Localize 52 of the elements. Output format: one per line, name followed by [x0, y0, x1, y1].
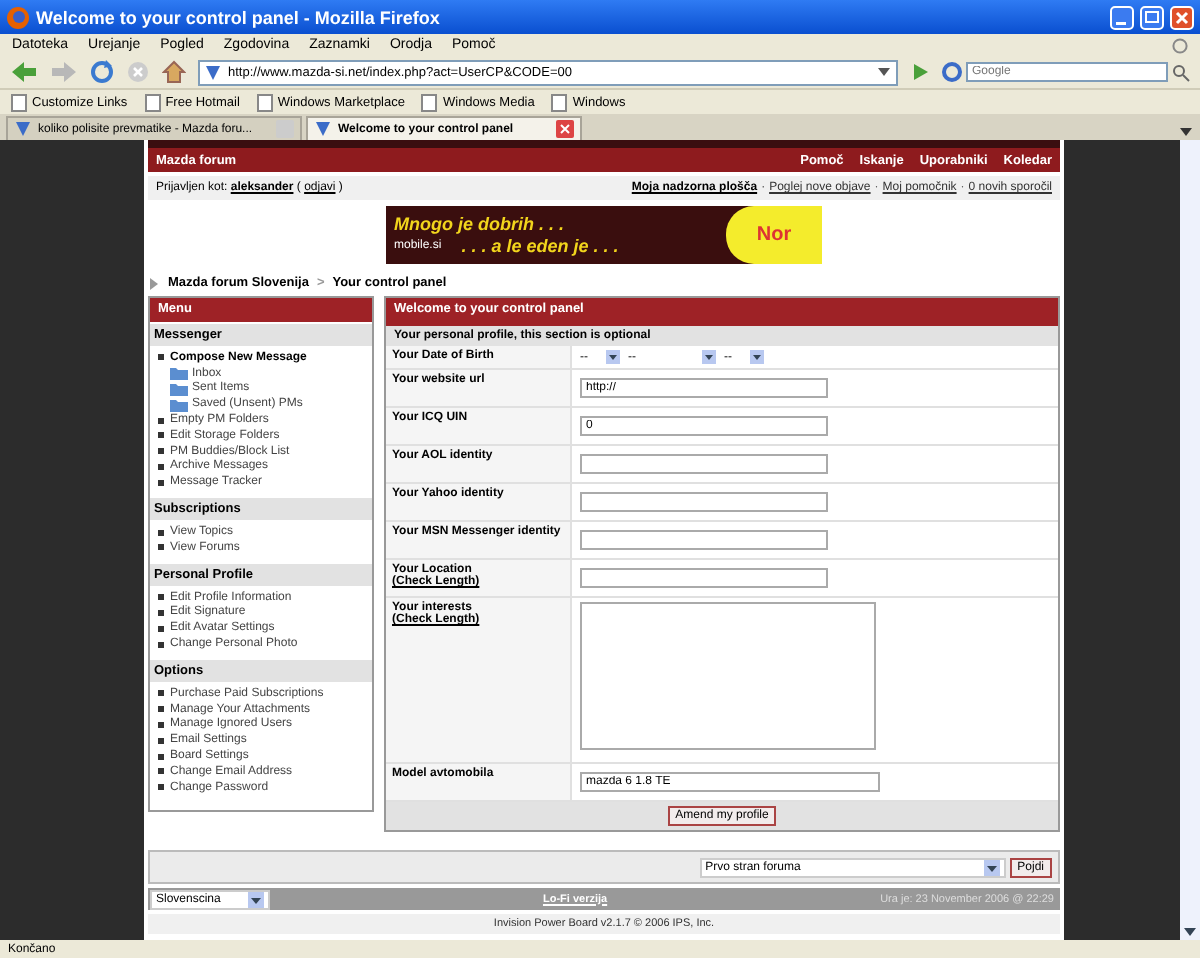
- input-field[interactable]: [580, 568, 828, 588]
- firefox-icon: [6, 5, 30, 29]
- banner-text: Mnogo je dobrih . . .: [394, 214, 566, 234]
- google-icon[interactable]: [942, 62, 962, 82]
- bullet-icon: [158, 784, 164, 791]
- dropdown-icon: [702, 350, 716, 364]
- bullet-icon: [158, 753, 164, 760]
- bullet-icon: [158, 529, 164, 536]
- banner-text: . . . a le eden je . . .: [461, 236, 619, 256]
- home-icon[interactable]: [162, 60, 186, 84]
- go-icon[interactable]: [910, 62, 930, 82]
- bullet-icon: [158, 448, 164, 455]
- bullet-icon: [158, 609, 164, 616]
- bullet-icon: [158, 625, 164, 632]
- search-icon: [1172, 63, 1190, 81]
- back-arrow-icon[interactable]: [10, 60, 38, 84]
- banner-badge: Nor: [726, 206, 822, 264]
- input-field[interactable]: [580, 454, 828, 474]
- throbber-icon: [1172, 37, 1188, 53]
- bullet-icon: [158, 594, 164, 601]
- tab-list-icon[interactable]: [1178, 124, 1194, 140]
- bullet-icon: [158, 737, 164, 744]
- window-title: Welcome to your control panel - Mozilla Firefox: [36, 7, 440, 27]
- close-icon[interactable]: [1170, 5, 1194, 29]
- bullet-icon: [158, 721, 164, 728]
- scrollbar[interactable]: [1180, 140, 1200, 940]
- bullet-icon: [158, 768, 164, 775]
- dropdown-icon: [876, 64, 892, 80]
- bullet-icon: [158, 690, 164, 697]
- dropdown-icon: [750, 350, 764, 364]
- bullet-icon: [158, 706, 164, 713]
- maximize-icon[interactable]: [1140, 5, 1164, 29]
- scroll-down-icon: [1182, 924, 1198, 940]
- stop-icon[interactable]: [126, 60, 150, 84]
- minimize-icon[interactable]: [1110, 5, 1134, 29]
- dropdown-icon: [606, 350, 620, 364]
- input-field[interactable]: [580, 530, 828, 550]
- dropdown-icon: [983, 859, 1000, 875]
- close-tab-icon[interactable]: [556, 120, 574, 138]
- dropdown-icon: [248, 891, 264, 907]
- bullet-icon: [158, 417, 164, 424]
- text-area[interactable]: [580, 602, 876, 750]
- input-field[interactable]: [580, 492, 828, 512]
- bullet-icon: [158, 479, 164, 486]
- reload-icon[interactable]: [90, 60, 114, 84]
- bullet-icon: [158, 463, 164, 470]
- bullet-icon: [158, 641, 164, 648]
- bullet-icon: [158, 432, 164, 439]
- bullet-icon: [158, 354, 164, 361]
- arrow-icon: [148, 277, 160, 289]
- bullet-icon: [158, 544, 164, 551]
- forward-arrow-icon[interactable]: [50, 60, 78, 84]
